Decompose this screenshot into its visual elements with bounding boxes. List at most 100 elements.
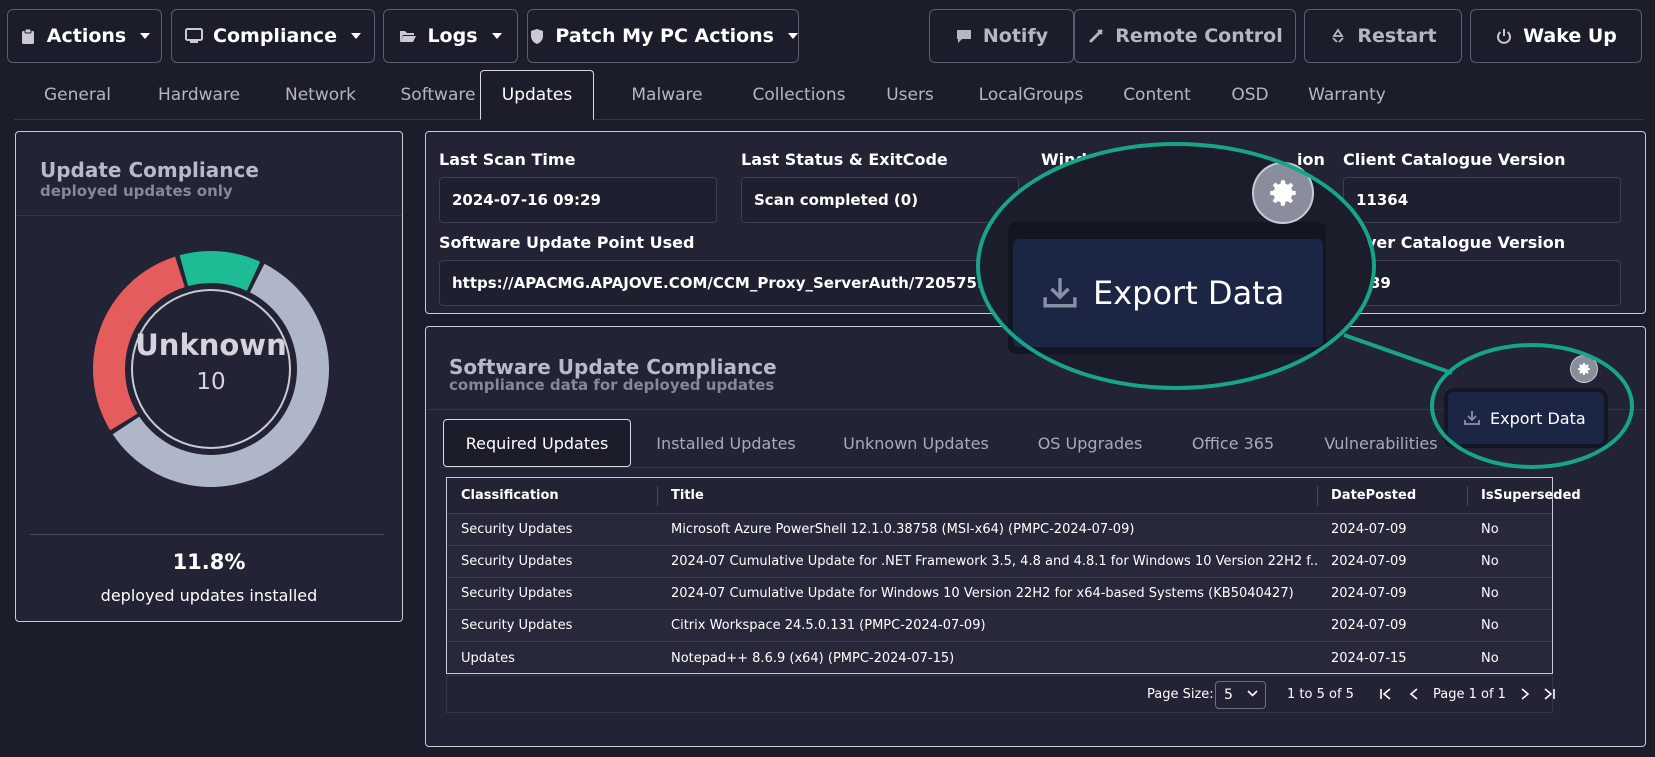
cell-issuperseded: No <box>1481 618 1499 633</box>
remote-control-label: Remote Control <box>1115 25 1283 47</box>
highlight-ring-large <box>976 142 1376 390</box>
tab-hardware[interactable]: Hardware <box>137 70 261 119</box>
cell-classification: Security Updates <box>461 618 573 633</box>
tab-general[interactable]: General <box>20 70 135 119</box>
cell-issuperseded: No <box>1481 650 1499 666</box>
cell-classification: Updates <box>461 650 515 666</box>
tab-os-upgrades[interactable]: OS Upgrades <box>1015 419 1165 467</box>
installed-percent: 11.8% <box>172 550 246 574</box>
remote-plug-icon <box>1087 27 1105 45</box>
cell-title: 2024-07 Cumulative Update for Windows 10… <box>671 586 1294 601</box>
cell-title: Citrix Workspace 24.5.0.131 (PMPC-2024-0… <box>671 618 986 633</box>
highlight-ring-small <box>1430 343 1634 469</box>
chevron-down-icon <box>140 33 151 39</box>
table-row[interactable]: Security Updates Citrix Workspace 24.5.0… <box>447 610 1552 642</box>
update-compliance-subtitle: deployed updates only <box>40 182 233 200</box>
cell-issuperseded: No <box>1481 554 1499 569</box>
wake-up-button[interactable]: Wake Up <box>1470 9 1642 63</box>
notify-button[interactable]: Notify <box>929 9 1074 63</box>
chevron-down-icon <box>350 33 361 39</box>
recycle-icon <box>1329 27 1347 45</box>
remote-control-button[interactable]: Remote Control <box>1074 9 1296 63</box>
chevron-down-icon <box>1247 690 1258 697</box>
cell-dateposted: 2024-07-09 <box>1331 586 1407 601</box>
donut-center-label: Unknown <box>135 328 287 362</box>
tab-localgroups[interactable]: LocalGroups <box>956 70 1106 119</box>
server-catalog-field: 39 <box>1343 260 1621 306</box>
sw-compliance-subtitle: compliance data for deployed updates <box>449 376 775 394</box>
update-compliance-title: Update Compliance <box>40 158 259 182</box>
tab-osd[interactable]: OSD <box>1207 70 1293 119</box>
page-size-label: Page Size: <box>1147 686 1214 702</box>
message-icon <box>955 27 973 45</box>
tab-collections[interactable]: Collections <box>726 70 872 119</box>
page-range: 1 to 5 of 5 <box>1287 686 1354 702</box>
tab-users[interactable]: Users <box>864 70 956 119</box>
cell-title: Notepad++ 8.6.9 (x64) (PMPC-2024-07-15) <box>671 650 955 666</box>
folder-open-icon <box>399 27 417 45</box>
actions-label: Actions <box>46 25 127 47</box>
device-tabs: General Hardware Network Software Update… <box>14 70 1644 120</box>
cell-title: 2024-07 Cumulative Update for .NET Frame… <box>671 554 1317 569</box>
cell-dateposted: 2024-07-09 <box>1331 554 1407 569</box>
tab-malware[interactable]: Malware <box>610 70 724 119</box>
column-header-issuperseded[interactable]: IsSuperseded <box>1467 478 1607 513</box>
shield-icon <box>528 27 545 45</box>
restart-button[interactable]: Restart <box>1304 9 1462 63</box>
grid-header-row: Classification Title DatePosted IsSupers… <box>447 478 1581 514</box>
compliance-dropdown[interactable]: Compliance <box>171 9 375 63</box>
client-catalog-field: 11364 <box>1343 177 1621 223</box>
notify-label: Notify <box>982 25 1049 47</box>
tab-network[interactable]: Network <box>263 70 378 119</box>
last-scan-field: 2024-07-16 09:29 <box>439 177 717 223</box>
first-page-icon[interactable] <box>1379 676 1393 712</box>
column-header-classification[interactable]: Classification <box>447 478 657 513</box>
last-status-label: Last Status & ExitCode <box>741 150 948 169</box>
cell-classification: Security Updates <box>461 522 573 537</box>
client-catalog-label: Client Catalogue Version <box>1343 150 1566 169</box>
page-size-select[interactable]: 5 <box>1215 681 1266 709</box>
power-icon <box>1495 27 1513 45</box>
table-row[interactable]: Security Updates 2024-07 Cumulative Upda… <box>447 578 1552 610</box>
zoom-connector-line <box>1343 333 1453 375</box>
column-header-dateposted[interactable]: DatePosted <box>1317 478 1467 513</box>
tab-office-365[interactable]: Office 365 <box>1168 419 1298 467</box>
tab-unknown-updates[interactable]: Unknown Updates <box>826 419 1006 467</box>
cell-title: Microsoft Azure PowerShell 12.1.0.38758 … <box>671 522 1135 537</box>
cell-dateposted: 2024-07-09 <box>1331 618 1407 633</box>
chevron-down-icon <box>788 33 798 39</box>
next-page-icon[interactable] <box>1520 676 1530 712</box>
donut-segment-installed[interactable] <box>179 251 261 291</box>
cell-issuperseded: No <box>1481 586 1499 601</box>
grid-pager: Page Size: 5 1 to 5 of 5 Page 1 of 1 <box>446 675 1556 713</box>
tab-installed-updates[interactable]: Installed Updates <box>636 419 816 467</box>
sup-label: Software Update Point Used <box>439 233 695 252</box>
logs-dropdown[interactable]: Logs <box>383 9 518 63</box>
tab-warranty[interactable]: Warranty <box>1287 70 1407 119</box>
cell-dateposted: 2024-07-09 <box>1331 522 1407 537</box>
compliance-label: Compliance <box>213 25 337 47</box>
donut-center-count: 10 <box>196 369 226 395</box>
table-row[interactable]: Updates Notepad++ 8.6.9 (x64) (PMPC-2024… <box>447 642 1552 674</box>
monitor-icon <box>185 27 204 45</box>
previous-page-icon[interactable] <box>1409 676 1419 712</box>
actions-dropdown[interactable]: Actions <box>7 9 162 63</box>
last-page-icon[interactable] <box>1542 676 1556 712</box>
page-size-value: 5 <box>1224 687 1233 703</box>
column-header-title[interactable]: Title <box>657 478 1317 513</box>
page-indicator: Page 1 of 1 <box>1433 686 1506 702</box>
tab-updates[interactable]: Updates <box>480 70 594 120</box>
clipboard-icon <box>19 27 37 45</box>
divider <box>30 534 384 535</box>
cell-dateposted: 2024-07-15 <box>1331 650 1407 666</box>
table-row[interactable]: Security Updates Microsoft Azure PowerSh… <box>447 514 1552 546</box>
cell-classification: Security Updates <box>461 586 573 601</box>
update-compliance-panel: Update Compliance deployed updates only … <box>15 131 403 622</box>
divider <box>16 215 402 216</box>
windows-version-label-right: ion <box>1297 150 1325 169</box>
tab-content[interactable]: Content <box>1102 70 1212 119</box>
tab-required-updates[interactable]: Required Updates <box>443 419 631 467</box>
logs-label: Logs <box>427 25 478 47</box>
patch-my-pc-dropdown[interactable]: Patch My PC Actions <box>527 9 799 63</box>
table-row[interactable]: Security Updates 2024-07 Cumulative Upda… <box>447 546 1552 578</box>
